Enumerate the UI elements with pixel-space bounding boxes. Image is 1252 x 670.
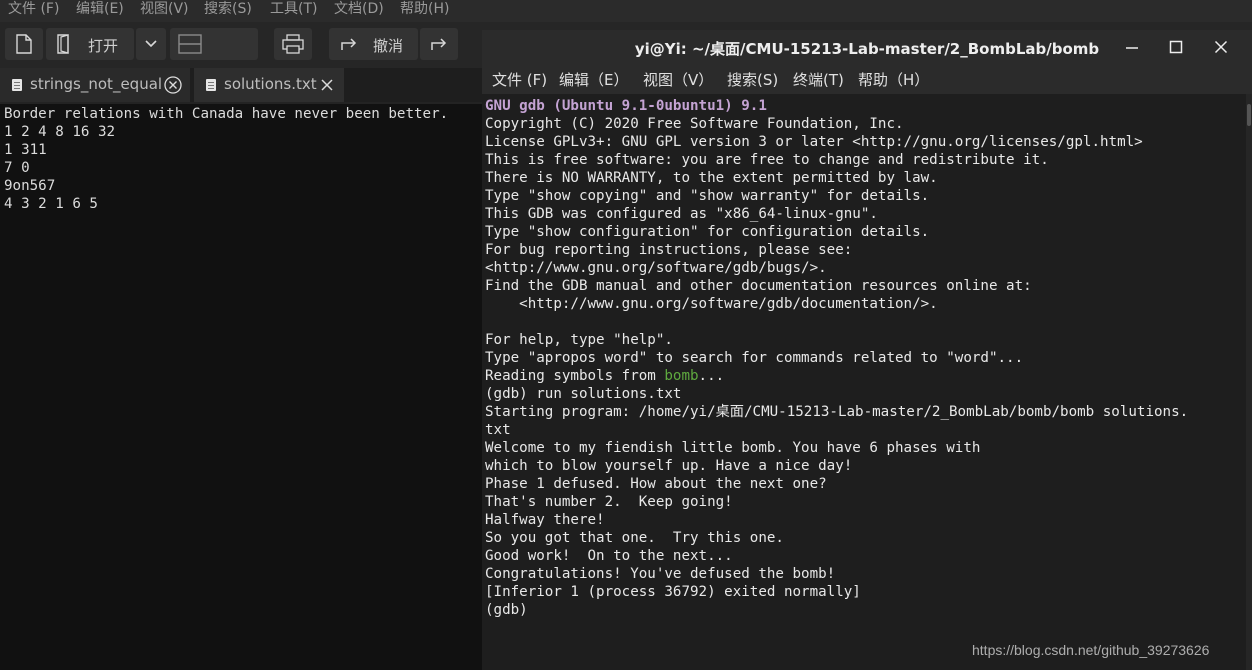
tab-label: strings_not_equal	[30, 75, 163, 93]
terminal-menubar: 文件 (F) 编辑（E） 视图（V） 搜索(S) 终端(T) 帮助（H）	[482, 64, 1252, 94]
terminal-line: Type "show copying" and "show warranty" …	[485, 188, 930, 204]
open-button[interactable]: 打开	[46, 28, 134, 60]
chevron-down-icon	[145, 40, 157, 48]
terminal-line: Welcome to my fiendish little bomb. You …	[485, 440, 981, 456]
terminal-line: This is free software: you are free to c…	[485, 152, 1049, 168]
terminal-line: That's number 2. Keep going!	[485, 494, 733, 510]
terminal-titlebar[interactable]: yi@Yi: ~/桌面/CMU-15213-Lab-master/2_BombL…	[482, 30, 1252, 64]
redo-icon	[431, 38, 447, 50]
terminal-scrollbar[interactable]	[1246, 94, 1252, 670]
terminal-line: txt	[485, 422, 511, 438]
menu-search[interactable]: 搜索(S)	[727, 69, 778, 90]
menu-help[interactable]: 帮助(H)	[400, 0, 449, 22]
close-icon[interactable]	[318, 76, 336, 94]
undo-icon	[341, 38, 357, 50]
terminal-line: Copyright (C) 2020 Free Software Foundat…	[485, 116, 904, 132]
editor-line: 1 2 4 8 16 32	[4, 124, 116, 140]
terminal-line: This GDB was configured as "x86_64-linux…	[485, 206, 878, 222]
scrollbar-thumb[interactable]	[1247, 104, 1251, 126]
undo-label: 撤消	[373, 37, 404, 55]
menu-file[interactable]: 文件 (F)	[492, 69, 547, 90]
terminal-line: There is NO WARRANTY, to the extent perm…	[485, 170, 938, 186]
terminal-line: [Inferior 1 (process 36792) exited norma…	[485, 584, 861, 600]
maximize-button[interactable]	[1154, 32, 1198, 62]
tab-solutions-txt[interactable]: solutions.txt	[194, 68, 344, 102]
terminal-line: <http://www.gnu.org/software/gdb/bugs/>.	[485, 260, 827, 276]
save-button[interactable]	[170, 28, 258, 60]
terminal-line: Type "show configuration" for configurat…	[485, 224, 930, 240]
close-window-button[interactable]	[1199, 32, 1243, 62]
terminal-line: Starting program: /home/yi/桌面/CMU-15213-…	[485, 404, 1189, 420]
menu-terminal[interactable]: 终端(T)	[793, 69, 844, 90]
editor-line: 7 0	[4, 160, 30, 176]
maximize-icon	[1169, 40, 1183, 54]
terminal-window: yi@Yi: ~/桌面/CMU-15213-Lab-master/2_BombL…	[482, 30, 1252, 670]
reading-prefix: Reading symbols from	[485, 368, 665, 384]
new-file-button[interactable]	[5, 28, 43, 60]
terminal-line: Good work! On to the next...	[485, 548, 733, 564]
terminal-line: Type "apropos word" to search for comman…	[485, 350, 1024, 366]
save-icon	[178, 34, 202, 54]
terminal-line: which to blow yourself up. Have a nice d…	[485, 458, 853, 474]
menu-tools[interactable]: 工具(T)	[270, 0, 317, 22]
menu-document[interactable]: 文档(D)	[334, 0, 384, 22]
menu-file[interactable]: 文件 (F)	[8, 0, 59, 22]
open-recent-dropdown[interactable]	[136, 28, 166, 60]
gdb-prompt: (gdb)	[485, 602, 528, 618]
editor-line: 1 311	[4, 142, 47, 158]
menu-search[interactable]: 搜索(S)	[204, 0, 252, 22]
terminal-line: So you got that one. Try this one.	[485, 530, 784, 546]
open-file-icon	[57, 34, 69, 54]
document-icon	[12, 79, 22, 91]
close-icon[interactable]	[164, 76, 182, 94]
minimize-icon	[1126, 47, 1138, 49]
terminal-line: For bug reporting instructions, please s…	[485, 242, 853, 258]
editor-text-area[interactable]: Border relations with Canada have never …	[0, 104, 482, 670]
editor-menubar: 文件 (F) 编辑(E) 视图(V) 搜索(S) 工具(T) 文档(D) 帮助(…	[0, 0, 1252, 22]
redo-button[interactable]	[420, 28, 458, 60]
close-icon	[1214, 40, 1228, 54]
editor-line: Border relations with Canada have never …	[4, 106, 449, 122]
menu-edit[interactable]: 编辑（E）	[559, 69, 628, 90]
undo-button[interactable]: 撤消	[329, 28, 418, 60]
minimize-button[interactable]	[1110, 32, 1154, 62]
document-icon	[206, 79, 216, 91]
new-file-icon	[16, 34, 32, 54]
editor-line: 9on567	[4, 178, 56, 194]
print-button[interactable]	[274, 28, 312, 60]
editor-line: 4 3 2 1 6 5	[4, 196, 98, 212]
terminal-line: Congratulations! You've defused the bomb…	[485, 566, 836, 582]
gdb-version-line: GNU gdb (Ubuntu 9.1-0ubuntu1) 9.1	[485, 98, 767, 114]
bomb-filename: bomb	[664, 368, 699, 384]
terminal-line: For help, type "help".	[485, 332, 673, 348]
terminal-line: <http://www.gnu.org/software/gdb/documen…	[485, 296, 938, 312]
terminal-line: Halfway there!	[485, 512, 605, 528]
terminal-line: Phase 1 defused. How about the next one?	[485, 476, 827, 492]
printer-icon	[282, 34, 304, 54]
terminal-line: License GPLv3+: GNU GPL version 3 or lat…	[485, 134, 1143, 150]
terminal-line: Find the GDB manual and other documentat…	[485, 278, 1032, 294]
terminal-output[interactable]: GNU gdb (Ubuntu 9.1-0ubuntu1) 9.1 Copyri…	[482, 94, 1252, 670]
menu-help[interactable]: 帮助（H）	[858, 69, 929, 90]
tab-strings-not-equal[interactable]: strings_not_equal	[0, 68, 190, 102]
terminal-line: (gdb) run solutions.txt	[485, 386, 682, 402]
reading-symbols-line: Reading symbols from bomb...	[485, 367, 724, 385]
watermark: https://blog.csdn.net/github_39273626	[972, 642, 1210, 658]
menu-view[interactable]: 视图(V)	[140, 0, 189, 22]
reading-suffix: ...	[698, 368, 725, 384]
menu-view[interactable]: 视图（V）	[643, 69, 713, 90]
menu-edit[interactable]: 编辑(E)	[76, 0, 124, 22]
open-label: 打开	[88, 37, 119, 55]
editor-tabbar: strings_not_equal solutions.txt	[0, 68, 484, 102]
tab-label: solutions.txt	[224, 75, 317, 93]
